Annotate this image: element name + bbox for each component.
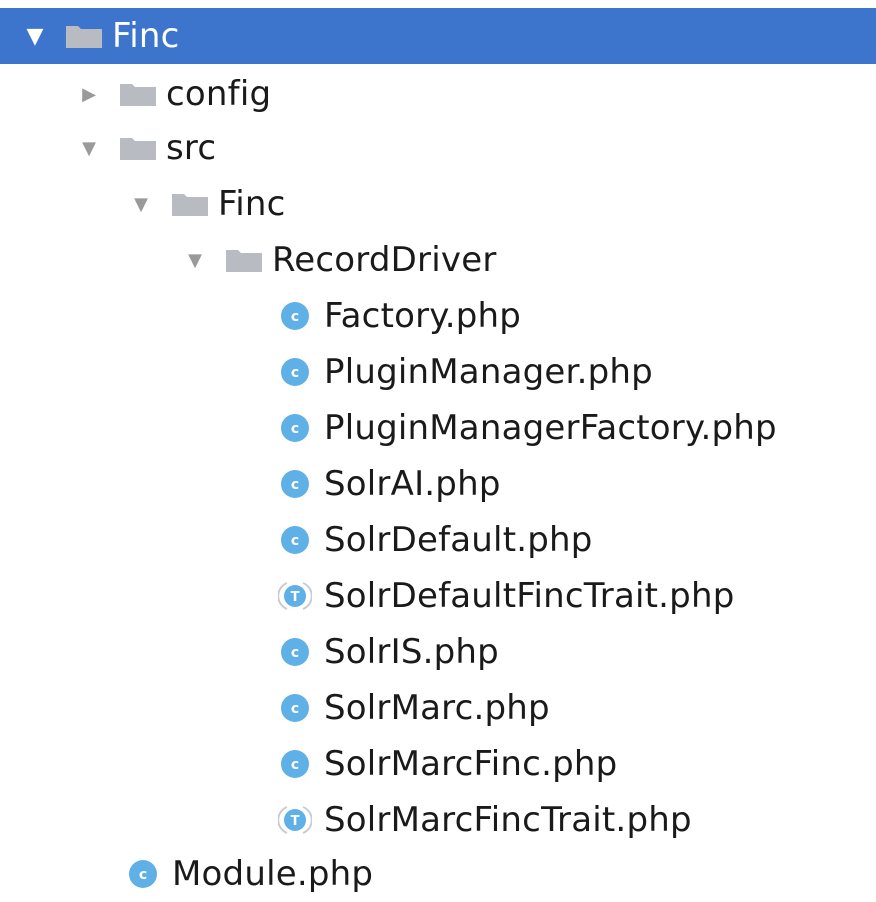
class-icon: c (126, 857, 160, 891)
file-label: SolrMarc.php (324, 688, 550, 728)
svg-text:T: T (291, 590, 300, 605)
project-tree: ▼ Finc ▶ config ▼ src ▼ Finc ▼ RecordDri… (0, 0, 876, 894)
collapsed-arrow-icon[interactable]: ▶ (72, 77, 106, 111)
tree-file-solrdefaultfinctrait[interactable]: T SolrDefaultFincTrait.php (0, 568, 876, 624)
tree-node-label: config (166, 74, 272, 114)
expand-arrow-icon[interactable]: ▼ (124, 187, 158, 221)
class-icon: c (278, 747, 312, 781)
svg-text:c: c (291, 645, 299, 661)
svg-text:c: c (291, 421, 299, 437)
tree-node-label: RecordDriver (272, 240, 497, 280)
tree-file-solrmarc[interactable]: c SolrMarc.php (0, 680, 876, 736)
trait-icon: T (278, 803, 312, 837)
file-label: Factory.php (324, 296, 522, 336)
expand-arrow-icon[interactable]: ▼ (18, 19, 52, 53)
tree-node-src-finc[interactable]: ▼ Finc (0, 176, 876, 232)
tree-node-finc-root[interactable]: ▼ Finc (0, 8, 876, 64)
file-label: SolrIS.php (324, 632, 499, 672)
class-icon: c (278, 635, 312, 669)
tree-node-label: Finc (112, 16, 180, 56)
svg-text:c: c (291, 701, 299, 717)
tree-node-label: Finc (218, 184, 286, 224)
folder-icon (226, 248, 262, 272)
folder-icon (172, 192, 208, 216)
tree-file-solrdefault[interactable]: c SolrDefault.php (0, 512, 876, 568)
class-icon: c (278, 523, 312, 557)
class-icon: c (278, 411, 312, 445)
tree-file-solrmarcfinctrait[interactable]: T SolrMarcFincTrait.php (0, 792, 876, 848)
svg-text:c: c (139, 867, 147, 883)
class-icon: c (278, 691, 312, 725)
expand-arrow-icon[interactable]: ▼ (178, 243, 212, 277)
tree-node-src[interactable]: ▼ src (0, 120, 876, 176)
tree-node-label: src (166, 128, 217, 168)
trait-icon: T (278, 579, 312, 613)
tree-node-recorddriver[interactable]: ▼ RecordDriver (0, 232, 876, 288)
file-label: SolrAI.php (324, 464, 501, 504)
folder-icon (66, 24, 102, 48)
svg-text:c: c (291, 365, 299, 381)
tree-file-solrai[interactable]: c SolrAI.php (0, 456, 876, 512)
tree-node-config[interactable]: ▶ config (0, 66, 876, 122)
tree-file-solris[interactable]: c SolrIS.php (0, 624, 876, 680)
class-icon: c (278, 467, 312, 501)
tree-file-pluginmanagerfactory[interactable]: c PluginManagerFactory.php (0, 400, 876, 456)
file-label: SolrDefault.php (324, 520, 593, 560)
file-label: PluginManager.php (324, 352, 653, 392)
file-label: PluginManagerFactory.php (324, 408, 777, 448)
file-label: SolrDefaultFincTrait.php (324, 576, 735, 616)
svg-text:c: c (291, 757, 299, 773)
file-label: SolrMarcFincTrait.php (324, 800, 692, 840)
svg-text:T: T (291, 814, 300, 829)
folder-icon (120, 136, 156, 160)
file-label: SolrMarcFinc.php (324, 744, 618, 784)
tree-file-pluginmanager[interactable]: c PluginManager.php (0, 344, 876, 400)
svg-text:c: c (291, 533, 299, 549)
svg-text:c: c (291, 309, 299, 325)
file-label: Module.php (172, 854, 374, 894)
class-icon: c (278, 355, 312, 389)
folder-icon (120, 82, 156, 106)
svg-text:c: c (291, 477, 299, 493)
tree-file-solrmarcfinc[interactable]: c SolrMarcFinc.php (0, 736, 876, 792)
expand-arrow-icon[interactable]: ▼ (72, 131, 106, 165)
class-icon: c (278, 299, 312, 333)
tree-file-factory[interactable]: c Factory.php (0, 288, 876, 344)
